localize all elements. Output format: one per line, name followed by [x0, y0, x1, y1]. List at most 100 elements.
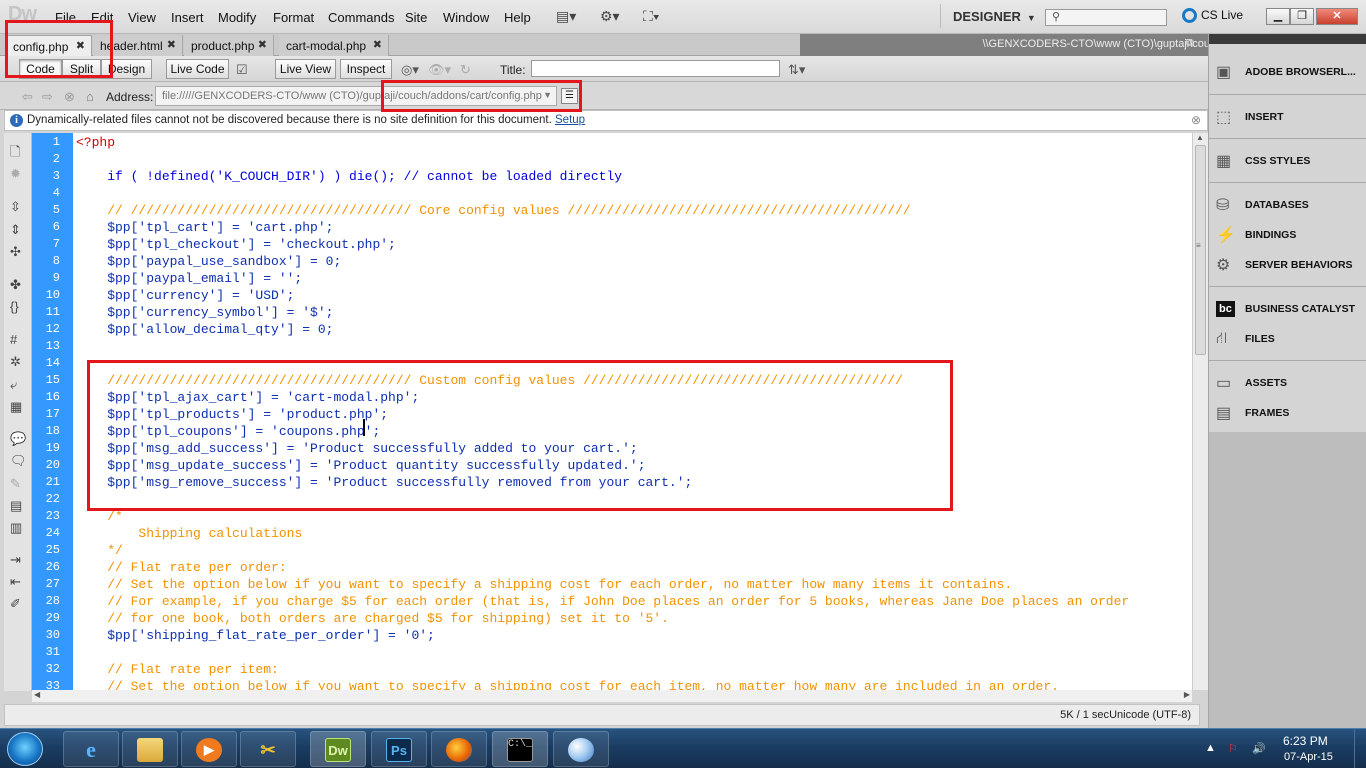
panel-insert[interactable]: ⬚ INSERT — [1209, 101, 1366, 131]
back-icon[interactable]: ⇦ — [22, 89, 33, 105]
show-hidden-icons-icon[interactable]: ▲ — [1205, 742, 1216, 754]
panel-databases[interactable]: ⛁ DATABASES — [1209, 189, 1366, 219]
live-view-button[interactable]: Live View — [275, 59, 336, 79]
menu-edit[interactable]: Edit — [91, 10, 113, 25]
panel-business-catalyst[interactable]: bc BUSINESS CATALYST — [1209, 293, 1366, 323]
indent-code-icon[interactable]: ⇥ — [10, 552, 21, 568]
syntax-coloring-icon[interactable]: ▦ — [10, 399, 22, 415]
file-management-icon[interactable]: ⇅▾ — [788, 62, 805, 78]
taskbar-command-prompt[interactable]: C:\_ — [492, 731, 548, 767]
select-parent-tag-icon[interactable]: ✤ — [10, 277, 21, 293]
taskbar-internet-explorer[interactable]: e — [63, 731, 119, 767]
tab-header-html[interactable]: header.html ✖ — [93, 35, 183, 56]
address-input[interactable]: file://///GENXCODERS-CTO/www (CTO)/gupta… — [155, 86, 557, 106]
close-tab-icon[interactable]: ✖ — [373, 38, 382, 51]
expand-all-icon[interactable]: ✣ — [10, 244, 21, 260]
gear-icon[interactable]: ⚙▾ — [600, 8, 620, 25]
restore-button[interactable]: ❐ — [1290, 8, 1314, 25]
taskbar-photoshop[interactable]: Ps — [371, 731, 427, 767]
clock-date[interactable]: 07-Apr-15 — [1284, 751, 1333, 763]
panel-css-styles[interactable]: ▦ CSS STYLES — [1209, 145, 1366, 175]
apply-comment-icon[interactable]: 💬 — [10, 431, 26, 447]
panel-assets[interactable]: ▭ ASSETS — [1209, 367, 1366, 397]
scroll-up-icon[interactable]: ▲ — [1196, 133, 1204, 142]
forward-icon[interactable]: ⇨ — [42, 89, 53, 105]
split-view-button[interactable]: Split — [62, 59, 101, 79]
browser-options-icon[interactable]: ☰ — [561, 88, 578, 104]
live-code-button[interactable]: Live Code — [166, 59, 229, 79]
taskbar-windows-explorer[interactable] — [122, 731, 178, 767]
network-error-icon[interactable]: ⚐ — [1228, 742, 1238, 755]
panel-adobe-browserlab[interactable]: ▣ ADOBE BROWSERL... — [1209, 56, 1366, 86]
panel-files[interactable]: ⛙ FILES — [1209, 323, 1366, 353]
outdent-code-icon[interactable]: ⇤ — [10, 574, 21, 590]
workspace-switcher[interactable]: DESIGNER ▼ — [940, 4, 1036, 28]
collapse-selection-icon[interactable]: ⇕ — [10, 222, 21, 238]
menu-site[interactable]: Site — [405, 10, 427, 25]
design-view-button[interactable]: Design — [101, 59, 152, 79]
remove-comment-icon[interactable]: 🗨 — [10, 453, 27, 469]
taskbar-media-player[interactable]: ▶ — [181, 731, 237, 767]
menu-format[interactable]: Format — [273, 10, 314, 25]
format-source-code-icon[interactable]: ✐ — [10, 596, 21, 612]
open-documents-icon[interactable]: 🗋 — [10, 143, 20, 165]
tab-config-php[interactable]: config.php ✖ — [5, 35, 92, 56]
help-search-input[interactable]: ⚲ — [1045, 9, 1167, 26]
menu-modify[interactable]: Modify — [218, 10, 256, 25]
globe-icon[interactable]: ◎▾ — [401, 62, 419, 78]
stop-icon[interactable]: ⊗ — [64, 89, 75, 105]
visual-aids-icon[interactable]: 👁▾ — [428, 62, 451, 78]
volume-icon[interactable]: 🔊 — [1252, 742, 1266, 755]
menu-commands[interactable]: Commands — [328, 10, 394, 25]
taskbar-tool-app[interactable]: ✂ — [240, 731, 296, 767]
code-view-button[interactable]: Code — [19, 59, 62, 79]
wrap-tag-icon[interactable]: ✎ — [10, 476, 21, 492]
inspect-button[interactable]: Inspect — [340, 59, 392, 79]
panel-server-behaviors[interactable]: ⚙ SERVER BEHAVIORS — [1209, 249, 1366, 279]
word-wrap-icon[interactable]: ⤶ — [10, 377, 17, 393]
scrollbar-thumb[interactable] — [1195, 145, 1206, 355]
tab-product-php[interactable]: product.php ✖ — [184, 35, 274, 56]
move-css-icon[interactable]: ▥ — [10, 520, 22, 536]
taskbar-dreamweaver[interactable]: Dw — [310, 731, 366, 767]
start-button[interactable] — [7, 732, 43, 766]
balance-braces-icon[interactable]: {} — [10, 299, 19, 314]
close-window-button[interactable]: ✕ — [1316, 8, 1358, 25]
close-icon[interactable]: ⊗ — [1191, 113, 1201, 127]
horizontal-scrollbar[interactable]: ◀ ▶ — [32, 690, 1192, 702]
scroll-right-icon[interactable]: ▶ — [1184, 690, 1190, 699]
show-code-navigator-icon[interactable]: ✹ — [10, 166, 21, 182]
vertical-scrollbar[interactable]: ▲ ≡ — [1192, 133, 1208, 690]
restore-document-icon[interactable]: ⧉ — [1186, 37, 1194, 50]
menu-view[interactable]: View — [128, 10, 156, 25]
minimize-button[interactable]: ▁ — [1266, 8, 1290, 25]
layout-icon[interactable]: ▤▾ — [556, 8, 576, 25]
menu-help[interactable]: Help — [504, 10, 531, 25]
menu-window[interactable]: Window — [443, 10, 489, 25]
close-tab-icon[interactable]: ✖ — [167, 38, 176, 51]
site-manager-icon[interactable]: ⛶▾ — [643, 8, 660, 25]
taskbar-firefox[interactable] — [431, 731, 487, 767]
highlight-invalid-code-icon[interactable]: ✲ — [10, 354, 21, 370]
tab-cart-modal-php[interactable]: cart-modal.php ✖ — [279, 35, 389, 56]
home-icon[interactable]: ⌂ — [86, 89, 94, 104]
chevron-down-icon[interactable]: ▼ — [543, 90, 552, 100]
menu-insert[interactable]: Insert — [171, 10, 204, 25]
check-browser-icon[interactable]: ☑ — [236, 62, 248, 78]
scroll-left-icon[interactable]: ◀ — [34, 690, 40, 699]
show-desktop-button[interactable] — [1354, 729, 1366, 768]
recent-snippets-icon[interactable]: ▤ — [10, 498, 22, 514]
cs-live-button[interactable]: CS Live — [1182, 8, 1243, 24]
line-numbers-icon[interactable]: # — [10, 332, 17, 347]
close-tab-icon[interactable]: ✖ — [258, 38, 267, 51]
close-tab-icon[interactable]: ✖ — [76, 39, 85, 52]
clock-time[interactable]: 6:23 PM — [1283, 734, 1328, 748]
refresh-icon[interactable]: ↻ — [460, 62, 471, 78]
code-editor[interactable]: 1 2 3 4 5 6 7 8 9 10 11 12 13 14 15 16 1… — [32, 133, 1192, 690]
taskbar-paint[interactable] — [553, 731, 609, 767]
document-title-input[interactable] — [531, 60, 780, 77]
setup-link[interactable]: Setup — [555, 114, 585, 126]
panel-bindings[interactable]: ⚡ BINDINGS — [1209, 219, 1366, 249]
menu-file[interactable]: File — [55, 10, 76, 25]
collapse-full-tag-icon[interactable]: ⇳ — [10, 199, 21, 215]
